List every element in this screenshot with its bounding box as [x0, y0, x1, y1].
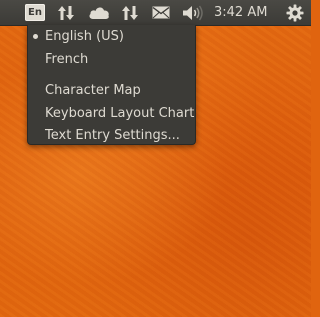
radio-selected-icon [33, 34, 38, 39]
network-transfer-icon-2[interactable] [120, 0, 140, 25]
clock[interactable]: 3:42 AM [214, 0, 278, 25]
menu-item-keyboard-layout-chart[interactable]: Keyboard Layout Chart [28, 102, 195, 124]
menu-item-label: Keyboard Layout Chart [45, 105, 195, 121]
menu-item-label: English (US) [45, 28, 124, 44]
keyboard-layout-menu: English (US) French Character Map Keyboa… [27, 25, 196, 145]
menu-item-label: French [45, 51, 89, 67]
network-transfer-icon[interactable] [55, 0, 77, 25]
mail-icon[interactable] [150, 0, 172, 25]
menu-item-french[interactable]: French [28, 48, 195, 70]
cloud-icon[interactable] [87, 0, 111, 25]
top-panel: En 3:42 AM [0, 0, 311, 26]
volume-icon[interactable] [181, 0, 205, 25]
menu-item-text-entry-settings[interactable]: Text Entry Settings... [28, 124, 195, 146]
gear-icon[interactable] [284, 0, 306, 25]
keyboard-layout-label: En [25, 4, 45, 21]
menu-item-label: Character Map [45, 82, 141, 98]
menu-item-character-map[interactable]: Character Map [28, 79, 195, 101]
menu-item-english-us[interactable]: English (US) [28, 25, 195, 47]
menu-item-label: Text Entry Settings... [45, 127, 180, 143]
keyboard-layout-indicator[interactable]: En [23, 0, 47, 25]
